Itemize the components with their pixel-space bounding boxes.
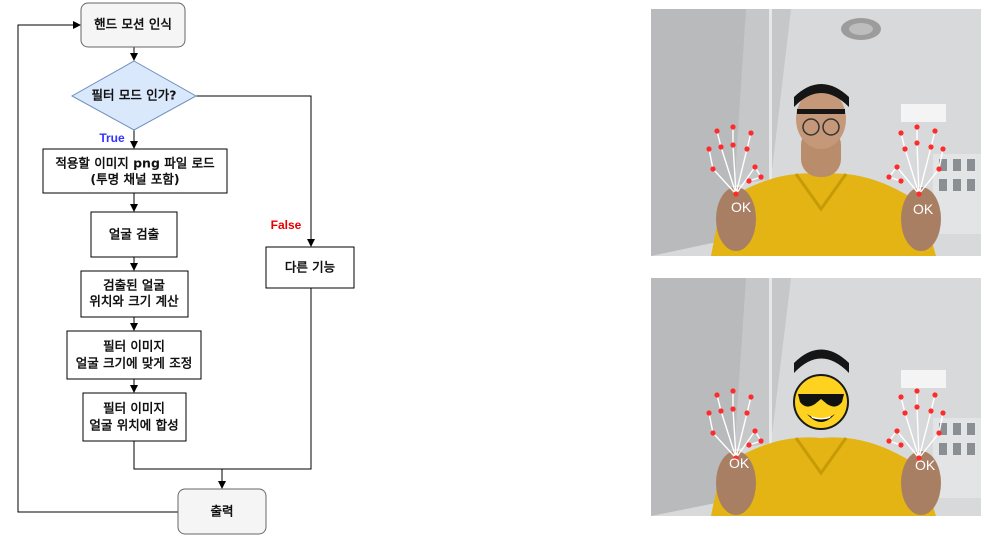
step-filter-resize-line2: 얼굴 크기에 맞게 조정	[76, 356, 193, 371]
step-face-detect-line1: 얼굴 검출	[109, 227, 160, 242]
edge-other-merge	[222, 288, 312, 470]
step-load-png-line1: 적용할 이미지 png 파일 로드	[55, 156, 215, 171]
photo-hand-gesture: OK OK	[651, 9, 981, 256]
start-node-label: 핸드 모션 인식	[94, 17, 172, 32]
top-left-ok-label: OK	[731, 199, 752, 215]
bottom-left-ok-label: OK	[729, 455, 750, 471]
output-node-label: 출력	[210, 504, 233, 519]
bottom-right-ok-label: OK	[915, 457, 936, 473]
step-filter-composite-line1: 필터 이미지	[103, 401, 165, 416]
top-right-ok-label: OK	[913, 201, 934, 217]
photo-hand-gesture-image: OK OK	[651, 9, 981, 256]
decision-node-label: 필터 모드 인가?	[92, 88, 177, 103]
edge-step5-merge	[133, 441, 222, 470]
photo-face-filter: OK OK	[651, 278, 981, 516]
true-label: True	[99, 131, 125, 145]
step-filter-resize-line1: 필터 이미지	[103, 339, 165, 354]
false-label: False	[271, 218, 302, 232]
step-face-measure-line1: 검출된 얼굴	[103, 278, 165, 293]
other-function-label: 다른 기능	[285, 260, 336, 275]
step-load-png-line2: (투명 채널 포함)	[90, 172, 179, 187]
photo-face-filter-image: OK OK	[651, 278, 981, 516]
step-filter-composite-line2: 얼굴 위치에 합성	[89, 418, 178, 433]
flowchart: 핸드 모션 인식 필터 모드 인가? True False 적용할 이미지 pn…	[17, 2, 355, 535]
sunglasses-emoji-filter	[793, 374, 849, 430]
step-face-measure-line2: 위치와 크기 계산	[89, 294, 179, 309]
